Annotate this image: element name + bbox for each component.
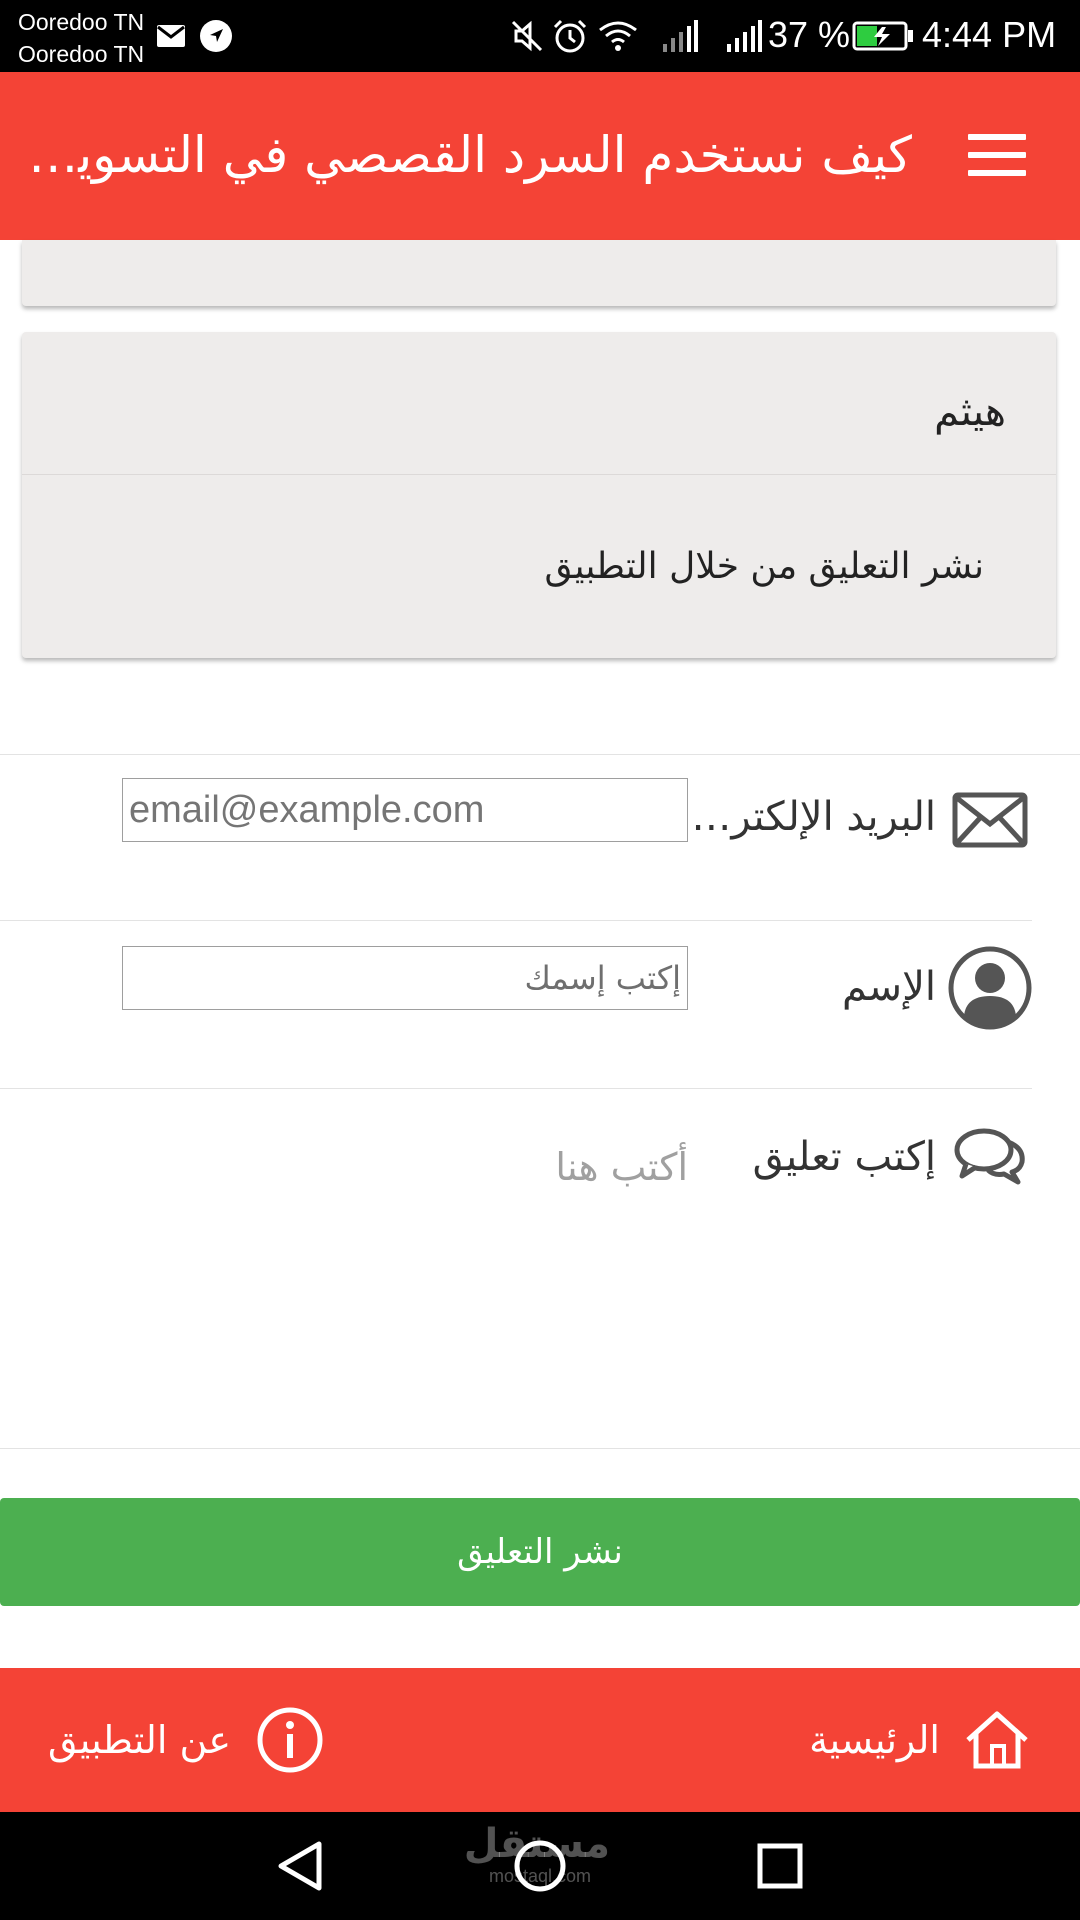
bottom-bar: الرئيسية عن التطبيق xyxy=(0,1668,1080,1812)
home-icon xyxy=(964,1710,1030,1770)
form-divider-name xyxy=(0,1088,1032,1089)
form-divider-bottom xyxy=(0,1448,1080,1449)
chat-bubbles-icon xyxy=(952,1124,1028,1188)
home-circle-icon[interactable] xyxy=(510,1836,570,1896)
info-icon xyxy=(257,1707,323,1773)
comment-text: نشر التعليق من خلال التطبيق xyxy=(544,546,984,587)
previous-comment-card xyxy=(22,240,1056,306)
navigation-icon xyxy=(198,18,234,54)
envelope-icon xyxy=(952,790,1028,850)
comment-label: إكتب تعليق xyxy=(752,1134,936,1180)
battery-charging-icon xyxy=(852,18,914,54)
bottom-nav-home[interactable]: الرئيسية xyxy=(809,1668,1030,1812)
email-label: البريد الإلكتروني xyxy=(686,794,936,840)
mail-icon xyxy=(156,18,186,54)
comment-textarea[interactable] xyxy=(122,1135,688,1335)
carrier-names: Ooredoo TN Ooredoo TN xyxy=(18,6,144,70)
signal-icon-2 xyxy=(726,18,762,54)
hamburger-menu-icon[interactable] xyxy=(968,134,1026,176)
alarm-icon xyxy=(552,18,588,54)
wifi-icon xyxy=(598,18,638,54)
status-bar: Ooredoo TN Ooredoo TN 37 % 4:44 PM xyxy=(0,0,1080,72)
home-label: الرئيسية xyxy=(809,1718,940,1762)
about-label: عن التطبيق xyxy=(48,1718,232,1762)
comment-divider xyxy=(22,474,1056,475)
email-field[interactable] xyxy=(122,778,688,842)
comment-card: هيثم نشر التعليق من خلال التطبيق xyxy=(22,332,1056,658)
back-icon[interactable] xyxy=(270,1836,330,1896)
name-label: الإسم xyxy=(841,964,936,1010)
signal-icon xyxy=(662,18,698,54)
clock: 4:44 PM xyxy=(922,14,1057,55)
app-header: كيف نستخدم السرد القصصي في التسويق.. xyxy=(0,72,1080,240)
name-field[interactable] xyxy=(122,946,688,1010)
mute-icon xyxy=(510,18,544,54)
comment-author: هيثم xyxy=(934,389,1006,435)
app-screen: Ooredoo TN Ooredoo TN 37 % 4:44 PM كيف ن… xyxy=(0,0,1080,1920)
bottom-nav-about[interactable]: عن التطبيق xyxy=(48,1668,323,1812)
carrier-2: Ooredoo TN xyxy=(18,41,145,67)
system-nav-bar xyxy=(0,1812,1080,1920)
form-divider-email xyxy=(0,920,1032,921)
battery-percent: 37 % xyxy=(768,14,851,55)
carrier-1: Ooredoo TN xyxy=(18,9,145,35)
user-avatar-icon xyxy=(948,946,1032,1030)
submit-comment-button[interactable]: نشر التعليق xyxy=(0,1498,1080,1606)
page-title: كيف نستخدم السرد القصصي في التسويق.. xyxy=(12,126,912,184)
form-divider-top xyxy=(0,754,1080,755)
recents-icon[interactable] xyxy=(750,1836,810,1896)
